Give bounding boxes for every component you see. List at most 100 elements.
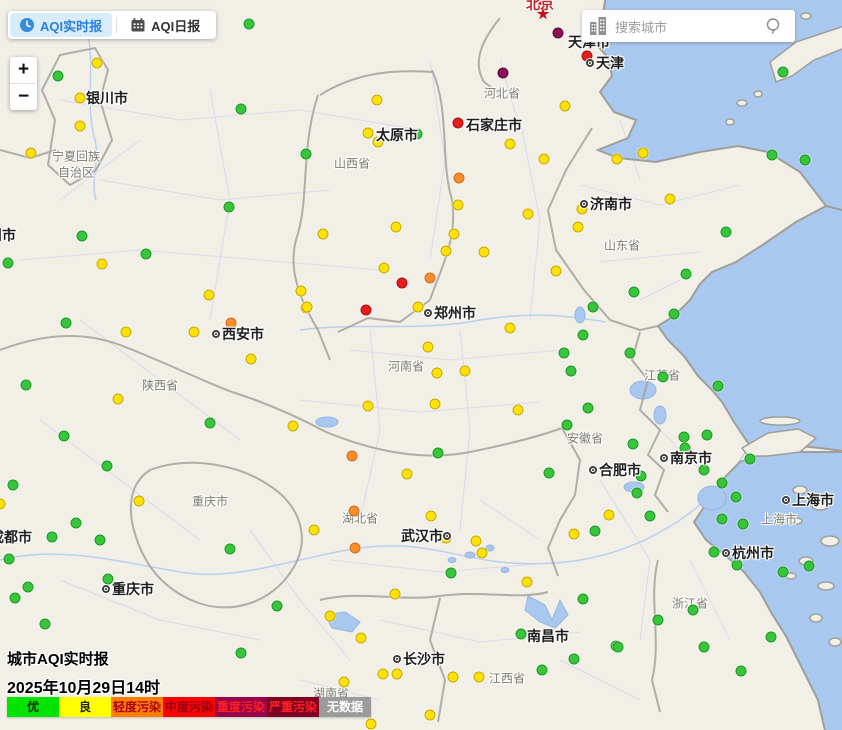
city-label[interactable]: 合肥市 bbox=[589, 460, 641, 480]
aqi-station-dot[interactable] bbox=[717, 478, 728, 489]
aqi-station-dot[interactable] bbox=[366, 719, 377, 730]
aqi-station-dot[interactable] bbox=[544, 468, 555, 479]
aqi-station-dot[interactable] bbox=[505, 139, 516, 150]
aqi-station-dot[interactable] bbox=[425, 710, 436, 721]
city-label[interactable]: 银川市 bbox=[86, 88, 128, 108]
aqi-station-dot[interactable] bbox=[432, 368, 443, 379]
aqi-station-dot[interactable] bbox=[204, 290, 215, 301]
aqi-station-dot[interactable] bbox=[301, 149, 312, 160]
city-label[interactable]: 郑州市 bbox=[424, 303, 476, 323]
aqi-station-dot[interactable] bbox=[102, 461, 113, 472]
aqi-station-dot[interactable] bbox=[717, 514, 728, 525]
aqi-station-dot[interactable] bbox=[296, 286, 307, 297]
aqi-station-dot[interactable] bbox=[10, 593, 21, 604]
aqi-station-dot[interactable] bbox=[681, 269, 692, 280]
aqi-station-dot[interactable] bbox=[402, 469, 413, 480]
aqi-station-dot[interactable] bbox=[236, 104, 247, 115]
aqi-station-dot[interactable] bbox=[767, 150, 778, 161]
aqi-station-dot[interactable] bbox=[92, 58, 103, 69]
aqi-station-dot[interactable] bbox=[430, 399, 441, 410]
aqi-station-dot[interactable] bbox=[361, 305, 372, 316]
aqi-station-dot[interactable] bbox=[721, 227, 732, 238]
aqi-station-dot[interactable] bbox=[471, 536, 482, 547]
aqi-station-dot[interactable] bbox=[446, 568, 457, 579]
aqi-station-dot[interactable] bbox=[347, 451, 358, 462]
aqi-station-dot[interactable] bbox=[3, 258, 14, 269]
aqi-station-dot[interactable] bbox=[632, 488, 643, 499]
aqi-station-dot[interactable] bbox=[653, 615, 664, 626]
tab-aqi-daily[interactable]: AQI日报 bbox=[121, 13, 210, 37]
aqi-station-dot[interactable] bbox=[40, 619, 51, 630]
city-label[interactable]: 兰州市 bbox=[0, 225, 16, 245]
aqi-station-dot[interactable] bbox=[578, 594, 589, 605]
city-label[interactable]: 天津 bbox=[586, 53, 624, 73]
aqi-station-dot[interactable] bbox=[47, 532, 58, 543]
aqi-station-dot[interactable] bbox=[709, 547, 720, 558]
aqi-station-dot[interactable] bbox=[339, 677, 350, 688]
aqi-station-dot[interactable] bbox=[477, 548, 488, 559]
aqi-station-dot[interactable] bbox=[350, 543, 361, 554]
aqi-station-dot[interactable] bbox=[8, 480, 19, 491]
aqi-station-dot[interactable] bbox=[205, 418, 216, 429]
aqi-station-dot[interactable] bbox=[516, 629, 527, 640]
city-label[interactable]: 成都市 bbox=[0, 527, 32, 547]
aqi-station-dot[interactable] bbox=[588, 302, 599, 313]
aqi-station-dot[interactable] bbox=[325, 611, 336, 622]
aqi-station-dot[interactable] bbox=[372, 95, 383, 106]
aqi-station-dot[interactable] bbox=[441, 246, 452, 257]
aqi-station-dot[interactable] bbox=[679, 432, 690, 443]
aqi-station-dot[interactable] bbox=[474, 672, 485, 683]
capital-label[interactable]: 北京 bbox=[526, 0, 554, 14]
search-input[interactable]: 搜索城市 bbox=[615, 17, 765, 36]
city-label[interactable]: 太原市 bbox=[376, 125, 418, 145]
aqi-station-dot[interactable] bbox=[453, 118, 464, 129]
aqi-station-dot[interactable] bbox=[397, 278, 408, 289]
aqi-station-dot[interactable] bbox=[505, 323, 516, 334]
aqi-station-dot[interactable] bbox=[613, 642, 624, 653]
aqi-station-dot[interactable] bbox=[702, 430, 713, 441]
aqi-station-dot[interactable] bbox=[628, 439, 639, 450]
aqi-station-dot[interactable] bbox=[121, 327, 132, 338]
aqi-station-dot[interactable] bbox=[569, 529, 580, 540]
aqi-station-dot[interactable] bbox=[75, 121, 86, 132]
aqi-station-dot[interactable] bbox=[800, 155, 811, 166]
aqi-station-dot[interactable] bbox=[309, 525, 320, 536]
city-label[interactable]: 武汉市 bbox=[401, 526, 453, 546]
aqi-station-dot[interactable] bbox=[578, 330, 589, 341]
city-label[interactable]: 石家庄市 bbox=[466, 115, 522, 135]
aqi-station-dot[interactable] bbox=[59, 431, 70, 442]
aqi-station-dot[interactable] bbox=[236, 648, 247, 659]
aqi-station-dot[interactable] bbox=[513, 405, 524, 416]
aqi-station-dot[interactable] bbox=[288, 421, 299, 432]
aqi-station-dot[interactable] bbox=[449, 229, 460, 240]
aqi-station-dot[interactable] bbox=[569, 654, 580, 665]
aqi-station-dot[interactable] bbox=[745, 454, 756, 465]
aqi-station-dot[interactable] bbox=[562, 420, 573, 431]
aqi-station-dot[interactable] bbox=[433, 448, 444, 459]
aqi-station-dot[interactable] bbox=[604, 510, 615, 521]
aqi-station-dot[interactable] bbox=[560, 101, 571, 112]
aqi-station-dot[interactable] bbox=[713, 381, 724, 392]
tab-aqi-realtime[interactable]: AQI实时报 bbox=[10, 13, 112, 37]
aqi-station-dot[interactable] bbox=[272, 601, 283, 612]
aqi-station-dot[interactable] bbox=[539, 154, 550, 165]
aqi-station-dot[interactable] bbox=[23, 582, 34, 593]
aqi-station-dot[interactable] bbox=[778, 567, 789, 578]
aqi-station-dot[interactable] bbox=[590, 526, 601, 537]
aqi-station-dot[interactable] bbox=[453, 200, 464, 211]
city-label[interactable]: 重庆市 bbox=[102, 579, 154, 599]
aqi-station-dot[interactable] bbox=[573, 222, 584, 233]
city-label[interactable]: 南京市 bbox=[660, 448, 712, 468]
aqi-station-dot[interactable] bbox=[113, 394, 124, 405]
aqi-station-dot[interactable] bbox=[21, 380, 32, 391]
zoom-out-button[interactable]: − bbox=[10, 84, 37, 110]
aqi-station-dot[interactable] bbox=[665, 194, 676, 205]
aqi-station-dot[interactable] bbox=[551, 266, 562, 277]
aqi-station-dot[interactable] bbox=[738, 519, 749, 530]
aqi-station-dot[interactable] bbox=[612, 154, 623, 165]
city-search-box[interactable]: 搜索城市 bbox=[582, 10, 795, 42]
aqi-station-dot[interactable] bbox=[566, 366, 577, 377]
aqi-station-dot[interactable] bbox=[134, 496, 145, 507]
city-label[interactable]: 长沙市 bbox=[393, 649, 445, 669]
aqi-station-dot[interactable] bbox=[498, 68, 509, 79]
